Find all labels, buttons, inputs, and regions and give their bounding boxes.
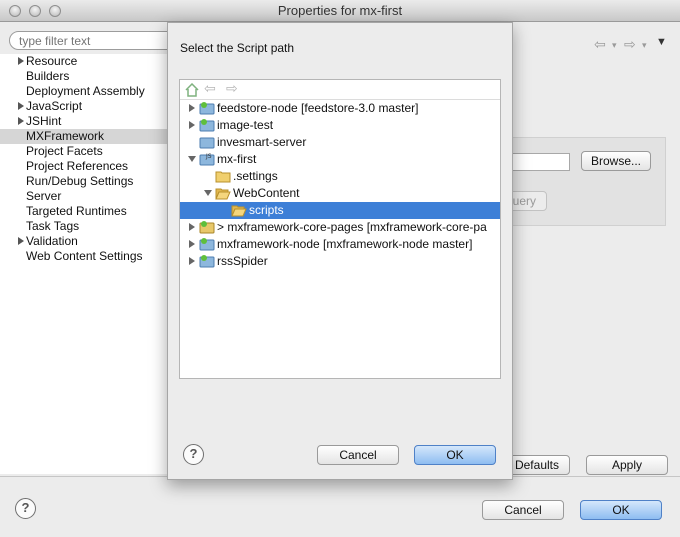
project-js-icon: JS [199, 153, 215, 166]
back-arrow-icon[interactable]: ⇦ [594, 36, 606, 53]
home-icon[interactable] [185, 83, 199, 97]
dialog-cancel-button[interactable]: Cancel [317, 445, 399, 465]
tree-row-mx-first[interactable]: JS mx-first [180, 151, 500, 168]
tree-row-rssspider[interactable]: rssSpider [180, 253, 500, 270]
tree-row-label: feedstore-node [feedstore-3.0 master] [217, 101, 419, 115]
collapse-twisty-icon[interactable] [204, 190, 212, 196]
expand-twisty-icon[interactable] [189, 121, 195, 129]
expand-resource-icon[interactable] [18, 57, 24, 65]
zoom-window-icon[interactable] [49, 5, 61, 17]
nav-item-web-content-settings[interactable]: Web Content Settings [26, 249, 143, 264]
back-arrow-icon[interactable]: ⇦ [204, 80, 216, 97]
restore-defaults-button[interactable]: Defaults [504, 455, 570, 475]
help-icon[interactable]: ? [15, 498, 36, 519]
select-script-path-dialog: Select the Script path ⇦ ⇨ feedstore-nod… [167, 22, 513, 480]
forward-menu-chevron-icon[interactable]: ▾ [642, 40, 647, 51]
tree-row-label: image-test [217, 118, 274, 132]
view-menu-icon[interactable]: ▼ [656, 36, 667, 48]
browse-button[interactable]: Browse... [581, 151, 651, 171]
nav-item-jshint[interactable]: JSHint [26, 114, 61, 129]
tree-row-image-test[interactable]: image-test [180, 117, 500, 134]
tree-row-mxframework-core-pages[interactable]: > mxframework-core-pages [mxframework-co… [180, 219, 500, 236]
tree-row-label: .settings [233, 169, 278, 183]
window-title: Properties for mx-first [277, 3, 403, 18]
dialog-title: Select the Script path [180, 41, 295, 55]
forward-arrow-icon[interactable]: ⇨ [624, 36, 636, 53]
expand-twisty-icon[interactable] [189, 223, 195, 231]
window-titlebar: Properties for mx-first [0, 0, 680, 22]
project-git-icon [199, 221, 215, 234]
expand-twisty-icon[interactable] [189, 257, 195, 265]
expand-javascript-icon[interactable] [18, 102, 24, 110]
project-closed-icon [199, 137, 215, 149]
apply-button[interactable]: Apply [586, 455, 668, 475]
project-git-icon [199, 255, 215, 268]
filter-input[interactable] [9, 31, 177, 50]
folder-open-icon [215, 188, 231, 200]
project-git-icon [199, 238, 215, 251]
minimize-window-icon[interactable] [29, 5, 41, 17]
back-menu-chevron-icon[interactable]: ▾ [612, 40, 617, 51]
ok-button[interactable]: OK [580, 500, 662, 520]
collapse-twisty-icon[interactable] [188, 156, 196, 162]
tree-row-scripts[interactable]: scripts [180, 202, 500, 219]
dialog-ok-button[interactable]: OK [414, 445, 496, 465]
project-tree[interactable]: ⇦ ⇨ feedstore-node [feedstore-3.0 master… [179, 79, 501, 379]
nav-item-builders[interactable]: Builders [26, 69, 69, 84]
tree-row-label: invesmart-server [217, 135, 307, 149]
folder-open-icon [231, 205, 247, 217]
close-window-icon[interactable] [9, 5, 21, 17]
nav-item-project-references[interactable]: Project References [26, 159, 128, 174]
tree-row-label: > mxframework-core-pages [mxframework-co… [217, 220, 487, 234]
tree-toolbar: ⇦ ⇨ [180, 80, 500, 100]
folder-icon [215, 171, 231, 183]
nav-item-project-facets[interactable]: Project Facets [26, 144, 103, 159]
dialog-help-icon[interactable]: ? [183, 444, 204, 465]
expand-validation-icon[interactable] [18, 237, 24, 245]
tree-row-label: scripts [249, 203, 284, 217]
tree-row-label: mxframework-node [mxframework-node maste… [217, 237, 473, 251]
nav-item-run-debug-settings[interactable]: Run/Debug Settings [26, 174, 133, 189]
expand-jshint-icon[interactable] [18, 117, 24, 125]
expand-twisty-icon[interactable] [189, 240, 195, 248]
nav-item-server[interactable]: Server [26, 189, 61, 204]
nav-item-mxframework[interactable]: MXFramework [0, 129, 168, 144]
nav-item-targeted-runtimes[interactable]: Targeted Runtimes [26, 204, 127, 219]
tree-row-label: mx-first [217, 152, 257, 166]
nav-item-javascript[interactable]: JavaScript [26, 99, 82, 114]
property-page-list: Resource Builders Deployment Assembly Ja… [0, 54, 168, 474]
project-git-icon [199, 102, 215, 115]
mxframework-page [512, 24, 680, 474]
tree-row-mxframework-node[interactable]: mxframework-node [mxframework-node maste… [180, 236, 500, 253]
nav-item-resource[interactable]: Resource [26, 54, 77, 69]
nav-item-deployment-assembly[interactable]: Deployment Assembly [26, 84, 145, 99]
expand-twisty-icon[interactable] [189, 104, 195, 112]
nav-item-task-tags[interactable]: Task Tags [26, 219, 79, 234]
tree-row-label: rssSpider [217, 254, 268, 268]
cancel-button[interactable]: Cancel [482, 500, 564, 520]
project-git-icon [199, 119, 215, 132]
tree-row-webcontent[interactable]: WebContent [180, 185, 500, 202]
nav-item-validation[interactable]: Validation [26, 234, 78, 249]
svg-text:JS: JS [205, 153, 212, 160]
tree-row-settings[interactable]: .settings [180, 168, 500, 185]
forward-arrow-icon[interactable]: ⇨ [226, 80, 238, 97]
tree-row-feedstore-node[interactable]: feedstore-node [feedstore-3.0 master] [180, 100, 500, 117]
tree-row-label: WebContent [233, 186, 300, 200]
tree-row-invesmart-server[interactable]: invesmart-server [180, 134, 500, 151]
script-path-field[interactable] [512, 153, 570, 171]
